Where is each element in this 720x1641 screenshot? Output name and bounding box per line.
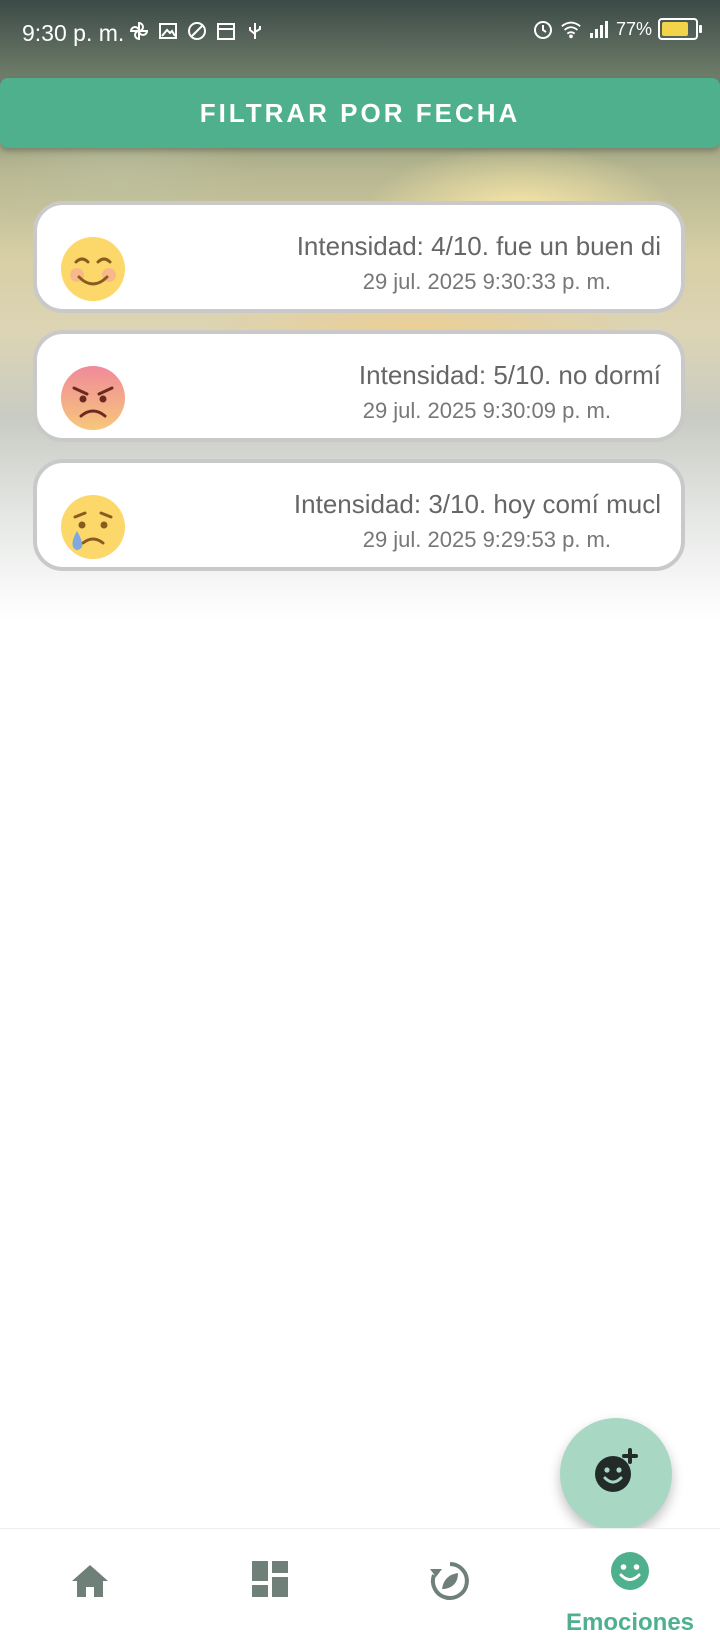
status-time: 9:30 p. m. [22,20,125,46]
image-icon [157,20,179,42]
angry-face-icon [59,364,127,432]
usb-icon [244,20,266,42]
nav-item-emociones[interactable]: Emociones [540,1529,720,1641]
emotion-entry-card[interactable]: Intensidad: 3/10. hoy comí mucl 29 jul. … [33,459,685,571]
signal-icon [588,18,610,40]
nav-label-emociones: Emociones [565,1609,695,1636]
wifi-icon [560,18,582,40]
home-icon [68,1559,112,1608]
entry-timestamp: 29 jul. 2025 9:30:09 p. m. [362,398,611,423]
entry-text: Intensidad: 3/10. hoy comí mucl [293,489,661,519]
entry-text: Intensidad: 5/10. no dormí [358,360,661,390]
status-system-icons: 77% [532,18,702,40]
filter-by-date-button[interactable]: FILTRAR POR FECHA [0,78,720,148]
bottom-navigation: Emociones [0,1528,720,1641]
add-emotion-icon [592,1447,640,1501]
emotion-entry-card[interactable]: Intensidad: 5/10. no dormí 29 jul. 2025 … [33,330,685,442]
emotion-entry-card[interactable]: Intensidad: 4/10. fue un buen di 29 jul.… [33,201,685,313]
crying-face-icon [59,493,127,561]
entry-timestamp: 29 jul. 2025 9:29:53 p. m. [362,527,611,552]
entry-text: Intensidad: 4/10. fue un buen di [296,231,661,261]
status-bar: 9:30 p. m. 77% [0,0,720,66]
pinwheel-icon [128,20,150,42]
battery-charging-icon [658,18,702,40]
nav-item-recycle[interactable] [360,1529,540,1641]
smiling-face-icon [59,235,127,303]
battery-percent: 77% [615,18,652,39]
calendar-icon [215,20,237,42]
status-notification-icons [128,20,266,42]
nav-item-dashboard[interactable] [180,1529,360,1641]
emotion-face-icon [610,1551,650,1596]
nav-item-home[interactable] [0,1529,180,1641]
at-sign-icon [186,20,208,42]
recycle-leaf-icon [428,1559,472,1608]
alarm-icon [532,18,554,40]
add-emotion-button[interactable] [560,1418,672,1530]
entry-timestamp: 29 jul. 2025 9:30:33 p. m. [362,269,611,294]
dashboard-icon [250,1559,290,1604]
